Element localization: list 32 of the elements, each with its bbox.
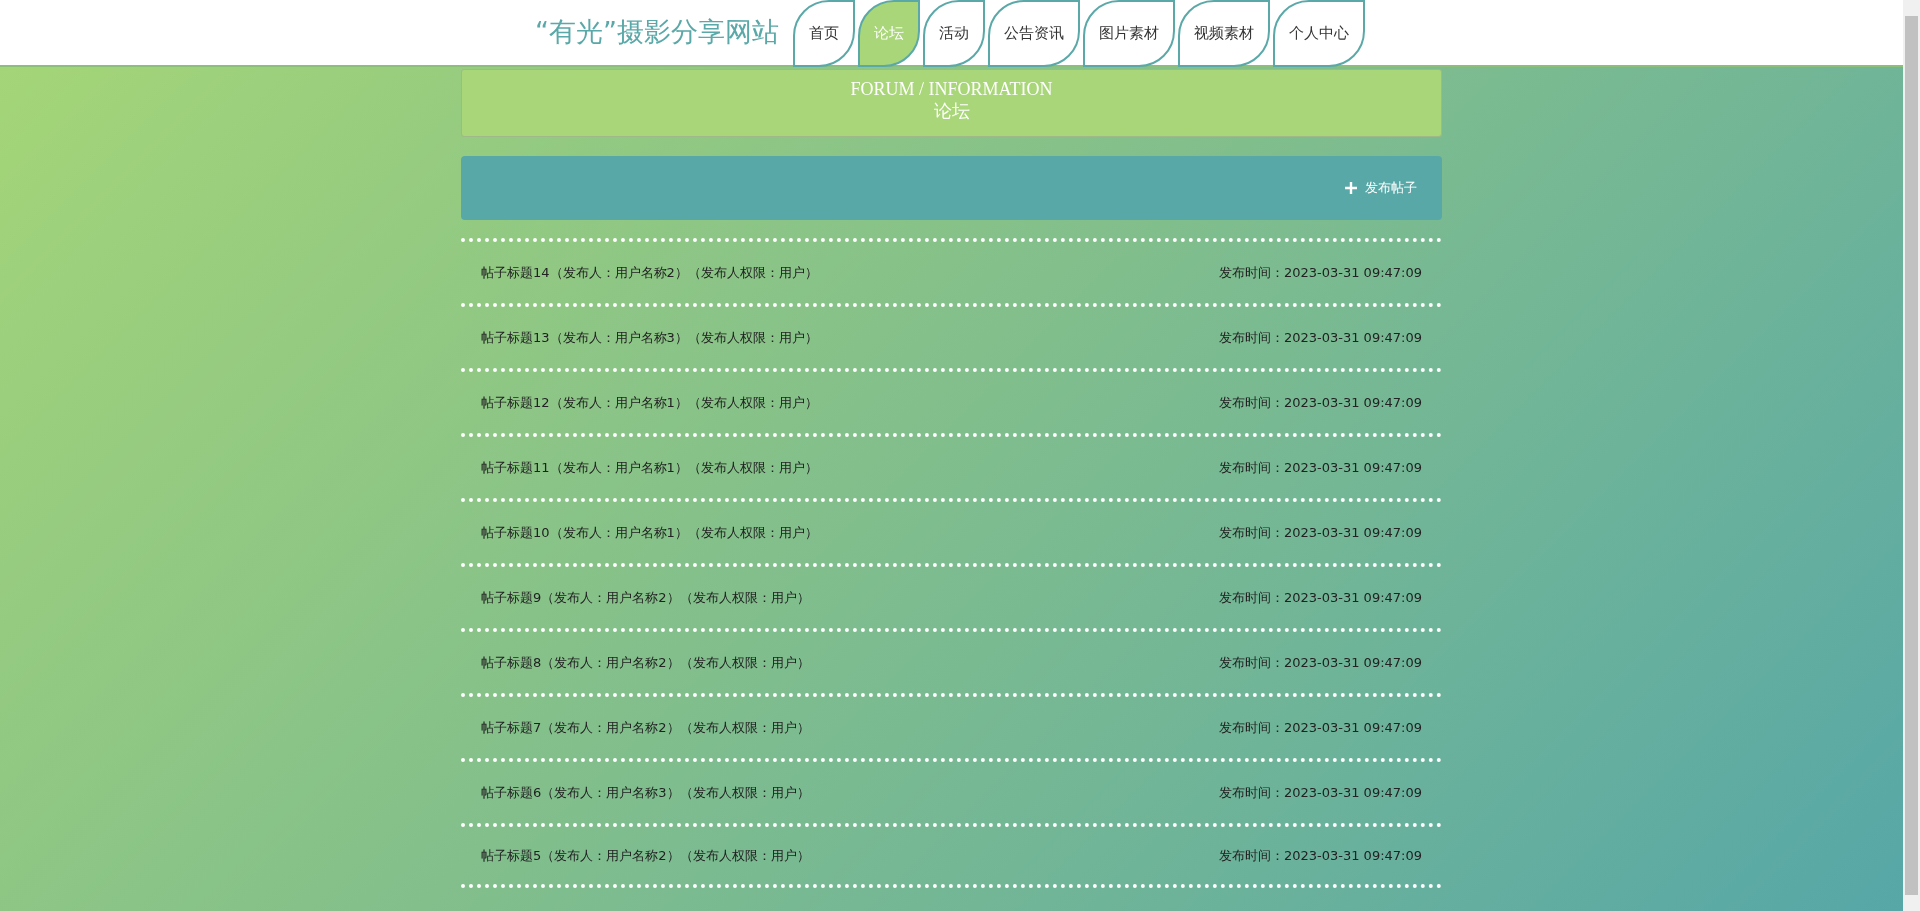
post-title-link[interactable]: 帖子标题14（发布人：用户名称2）（发布人权限：用户） <box>481 262 818 283</box>
post-time: 发布时间：2023-03-31 09:47:09 <box>1218 846 1422 865</box>
post-title-link[interactable]: 帖子标题7（发布人：用户名称2）（发布人权限：用户） <box>481 717 810 738</box>
site-title: “有光”摄影分享网站 <box>535 15 779 50</box>
post-title-link[interactable]: 帖子标题5（发布人：用户名称2）（发布人权限：用户） <box>481 845 810 866</box>
nav-tab[interactable]: 首页 <box>793 0 855 67</box>
post-title-link[interactable]: 帖子标题6（发布人：用户名称3）（发布人权限：用户） <box>481 782 810 803</box>
post-time: 发布时间：2023-03-31 09:47:09 <box>1218 588 1422 607</box>
post-time: 发布时间：2023-03-31 09:47:09 <box>1218 523 1422 542</box>
post-time: 发布时间：2023-03-31 09:47:09 <box>1218 263 1422 282</box>
post-time: 发布时间：2023-03-31 09:47:09 <box>1218 718 1422 737</box>
post-time: 发布时间：2023-03-31 09:47:09 <box>1218 458 1422 477</box>
banner-english-title: FORUM / INFORMATION <box>849 79 1054 101</box>
post-title-link[interactable]: 帖子标题10（发布人：用户名称1）（发布人权限：用户） <box>481 522 818 543</box>
banner-title: 论坛 <box>932 100 971 123</box>
scrollbar-thumb[interactable] <box>1905 16 1918 895</box>
post-time: 发布时间：2023-03-31 09:47:09 <box>1218 783 1422 802</box>
nav-tab[interactable]: 图片素材 <box>1083 0 1175 67</box>
nav-tab[interactable]: 活动 <box>923 0 985 67</box>
post-time: 发布时间：2023-03-31 09:47:09 <box>1218 328 1422 347</box>
post-title-link[interactable]: 帖子标题9（发布人：用户名称2）（发布人权限：用户） <box>481 587 810 608</box>
post-title-link[interactable]: 帖子标题11（发布人：用户名称1）（发布人权限：用户） <box>481 457 818 478</box>
post-time: 发布时间：2023-03-31 09:47:09 <box>1218 393 1422 412</box>
scrollbar[interactable] <box>1903 0 1920 911</box>
post-title-link[interactable]: 帖子标题8（发布人：用户名称2）（发布人权限：用户） <box>481 652 810 673</box>
post-title-link[interactable]: 帖子标题13（发布人：用户名称3）（发布人权限：用户） <box>481 327 818 348</box>
nav-tab[interactable]: 视频素材 <box>1178 0 1270 67</box>
plus-icon <box>1345 182 1357 194</box>
nav-tab[interactable]: 个人中心 <box>1273 0 1365 67</box>
nav-tab[interactable]: 公告资讯 <box>988 0 1080 67</box>
post-title-link[interactable]: 帖子标题12（发布人：用户名称1）（发布人权限：用户） <box>481 392 818 413</box>
post-time: 发布时间：2023-03-31 09:47:09 <box>1218 653 1422 672</box>
